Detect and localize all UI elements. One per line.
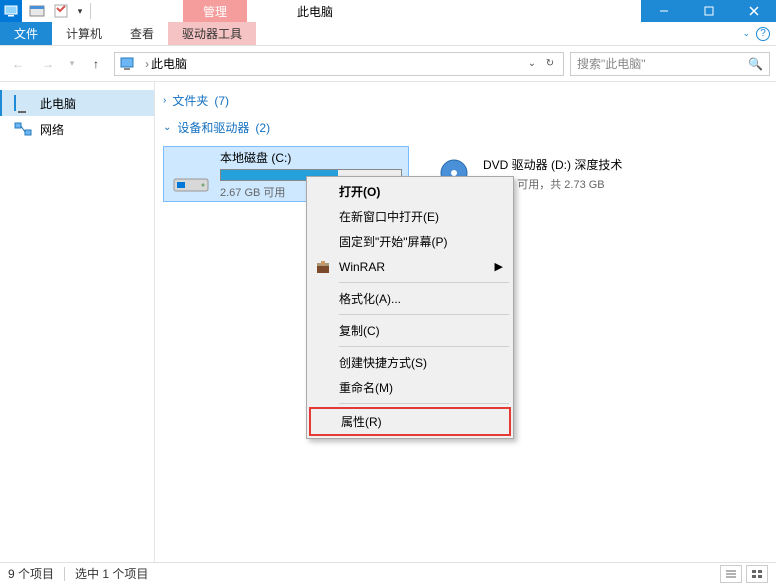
forward-button[interactable]: → <box>36 52 60 76</box>
drive-name: 本地磁盘 (C:) <box>220 149 402 166</box>
sidebar-item-network[interactable]: 网络 <box>0 116 154 142</box>
expand-icon: ⌄ <box>163 122 171 133</box>
sidebar-item-label: 网络 <box>40 121 64 138</box>
submenu-arrow-icon: ▶ <box>495 260 503 273</box>
status-selection: 选中 1 个项目 <box>75 565 148 582</box>
ctx-copy[interactable]: 复制(C) <box>309 318 511 343</box>
network-icon <box>14 122 32 136</box>
ctx-create-shortcut[interactable]: 创建快捷方式(S) <box>309 350 511 375</box>
navigation-row: ← → ▾ ↑ › 此电脑 ⌄ ↻ 搜索"此电脑" 🔍 <box>0 46 776 82</box>
ribbon-tabs: 文件 计算机 查看 驱动器工具 ⌄ ? <box>0 22 776 46</box>
view-details-button[interactable] <box>720 565 742 583</box>
search-placeholder: 搜索"此电脑" <box>577 55 748 72</box>
group-devices-header[interactable]: ⌄ 设备和驱动器 (2) <box>163 119 768 136</box>
context-menu: 打开(O) 在新窗口中打开(E) 固定到"开始"屏幕(P) WinRAR ▶ 格… <box>306 176 514 439</box>
ctx-rename[interactable]: 重命名(M) <box>309 375 511 400</box>
tab-computer[interactable]: 计算机 <box>52 22 116 45</box>
navigation-sidebar: 此电脑 网络 <box>0 82 155 562</box>
status-bar: 9 个项目 选中 1 个项目 <box>0 562 776 584</box>
tab-drive-tools[interactable]: 驱动器工具 <box>168 22 256 45</box>
ribbon-expand-icon[interactable]: ⌄ <box>742 28 750 39</box>
group-folders-header[interactable]: › 文件夹 (7) <box>163 92 768 109</box>
ctx-separator <box>339 314 509 315</box>
winrar-icon <box>314 258 332 276</box>
collapse-icon: › <box>163 95 166 106</box>
ctx-open-new-window[interactable]: 在新窗口中打开(E) <box>309 204 511 229</box>
ctx-open[interactable]: 打开(O) <box>309 179 511 204</box>
refresh-button[interactable]: ↻ <box>541 58 559 69</box>
address-dropdown[interactable]: ⌄ <box>523 58 541 69</box>
location-icon <box>119 55 137 73</box>
view-icons-button[interactable] <box>746 565 768 583</box>
address-bar[interactable]: › 此电脑 ⌄ ↻ <box>114 52 564 76</box>
drive-name: DVD 驱动器 (D:) 深度技术 <box>483 156 667 173</box>
window-title: 此电脑 <box>297 3 333 20</box>
breadcrumb-separator: › <box>143 57 151 71</box>
qat-dropdown[interactable]: ▾ <box>74 2 86 20</box>
maximize-button[interactable] <box>686 0 731 22</box>
file-tab[interactable]: 文件 <box>0 22 52 45</box>
tab-view[interactable]: 查看 <box>116 22 168 45</box>
qat-properties-button[interactable] <box>50 0 72 22</box>
help-icon[interactable]: ? <box>756 27 770 41</box>
system-icon[interactable] <box>0 0 22 22</box>
search-icon[interactable]: 🔍 <box>748 57 763 71</box>
contextual-tab-header: 管理 <box>183 0 247 22</box>
title-bar: ▾ 管理 此电脑 <box>0 0 776 22</box>
sidebar-item-this-pc[interactable]: 此电脑 <box>0 90 154 116</box>
ctx-separator <box>339 346 509 347</box>
ctx-winrar[interactable]: WinRAR ▶ <box>309 254 511 279</box>
hdd-icon <box>170 153 212 195</box>
ctx-format[interactable]: 格式化(A)... <box>309 286 511 311</box>
pc-icon <box>14 96 32 110</box>
sidebar-item-label: 此电脑 <box>40 95 76 112</box>
qat-button-1[interactable] <box>26 0 48 22</box>
up-button[interactable]: ↑ <box>84 52 108 76</box>
close-button[interactable] <box>731 0 776 22</box>
recent-locations-dropdown[interactable]: ▾ <box>66 52 78 76</box>
ctx-pin-start[interactable]: 固定到"开始"屏幕(P) <box>309 229 511 254</box>
back-button[interactable]: ← <box>6 52 30 76</box>
ctx-separator <box>339 282 509 283</box>
address-text[interactable]: 此电脑 <box>151 55 523 72</box>
search-box[interactable]: 搜索"此电脑" 🔍 <box>570 52 770 76</box>
ctx-properties[interactable]: 属性(R) <box>309 407 511 436</box>
minimize-button[interactable] <box>641 0 686 22</box>
status-item-count: 9 个项目 <box>8 565 54 582</box>
ctx-separator <box>339 403 509 404</box>
